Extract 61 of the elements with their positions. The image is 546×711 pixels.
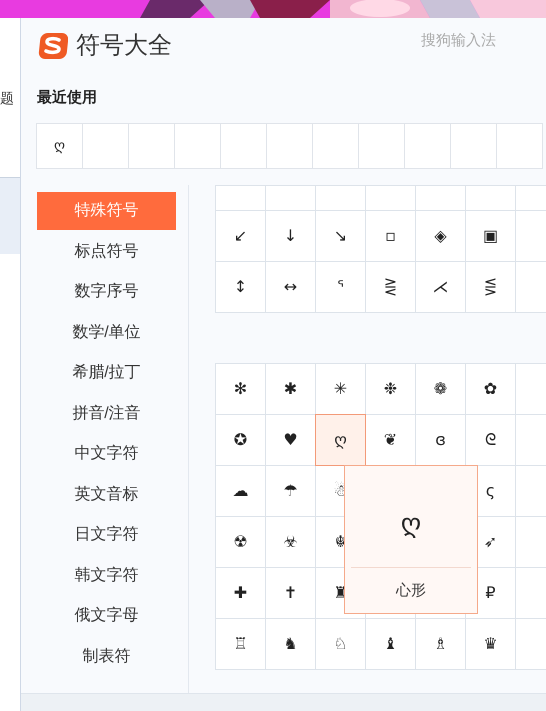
symbol-cell[interactable]: ↓: [265, 210, 316, 262]
category-tab[interactable]: 日文字符: [37, 516, 176, 554]
symbol-cell[interactable]: ♗: [415, 618, 466, 670]
symbol-cell[interactable]: ↘: [315, 210, 366, 262]
tooltip-symbol: ღ: [400, 508, 422, 541]
category-tab[interactable]: 制表符: [37, 638, 176, 676]
symbol-cell[interactable]: [415, 185, 466, 211]
symbol-cell[interactable]: ☁: [215, 465, 266, 517]
symbol-cell[interactable]: ↙: [215, 210, 266, 262]
tooltip-name: 心形: [396, 581, 426, 601]
symbol-cell[interactable]: ᘓ: [465, 414, 516, 466]
section-title: 最近使用: [37, 88, 97, 108]
category-tab[interactable]: 数字序号: [37, 273, 176, 311]
symbol-cell[interactable]: [265, 185, 316, 211]
category-tab[interactable]: 数学/单位: [37, 314, 176, 352]
symbol-cell[interactable]: ✝: [265, 567, 316, 619]
recent-symbol[interactable]: ღ: [36, 123, 83, 169]
symbol-cell[interactable]: [365, 185, 416, 211]
symbol-cell[interactable]: ✳: [315, 363, 366, 415]
symbol-cell[interactable]: ⋛: [365, 261, 416, 313]
symbol-cell[interactable]: ♛: [465, 618, 516, 670]
symbol-cell[interactable]: ✪: [215, 414, 266, 466]
symbol-cell[interactable]: ɞ: [415, 414, 466, 466]
symbol-cell[interactable]: ♖: [215, 618, 266, 670]
symbol-cell[interactable]: ☢: [215, 516, 266, 568]
category-tab[interactable]: 标点符号: [37, 232, 176, 270]
category-tab[interactable]: 英文音标: [37, 476, 176, 514]
symbol-cell[interactable]: ᕐ: [315, 261, 366, 313]
window-title: 符号大全: [76, 34, 172, 58]
symbol-cell[interactable]: ✚: [215, 567, 266, 619]
category-tab[interactable]: 拼音/注音: [37, 394, 176, 432]
symbol-cell[interactable]: ⋚: [465, 261, 516, 313]
page-text: 题: [0, 89, 15, 108]
logo-icon: [38, 32, 68, 60]
symbol-cell[interactable]: ❁: [415, 363, 466, 415]
brand-label: 搜狗输入法: [421, 31, 496, 52]
symbol-cell[interactable]: [215, 185, 266, 211]
symbol-cell[interactable]: [315, 185, 366, 211]
symbol-cell[interactable]: ✱: [265, 363, 316, 415]
category-tab[interactable]: 希腊/拉丁: [37, 354, 176, 392]
symbol-cell[interactable]: ☣: [265, 516, 316, 568]
symbol-cell[interactable]: [465, 185, 516, 211]
symbol-cell[interactable]: ▣: [465, 210, 516, 262]
symbol-cell[interactable]: ☂: [265, 465, 316, 517]
symbol-cell[interactable]: ↕: [215, 261, 266, 313]
symbol-cell[interactable]: ♘: [315, 618, 366, 670]
symbol-cell[interactable]: ♝: [365, 618, 416, 670]
symbol-cell[interactable]: ❦: [365, 414, 416, 466]
symbol-cell[interactable]: ⋌: [415, 261, 466, 313]
symbol-cell[interactable]: ღ: [315, 414, 366, 466]
symbol-cell[interactable]: ✻: [215, 363, 266, 415]
category-tab[interactable]: 韩文字符: [37, 556, 176, 594]
symbol-cell[interactable]: ↔: [265, 261, 316, 313]
symbol-cell[interactable]: ◈: [415, 210, 466, 262]
symbol-cell[interactable]: ❉: [365, 363, 416, 415]
symbol-cell[interactable]: ♥: [265, 414, 316, 466]
symbol-cell[interactable]: ♞: [265, 618, 316, 670]
category-tab[interactable]: 俄文字母: [37, 597, 176, 635]
symbol-cell[interactable]: ✿: [465, 363, 516, 415]
category-tab[interactable]: 中文字符: [37, 435, 176, 473]
symbol-cell[interactable]: ▫: [365, 210, 416, 262]
